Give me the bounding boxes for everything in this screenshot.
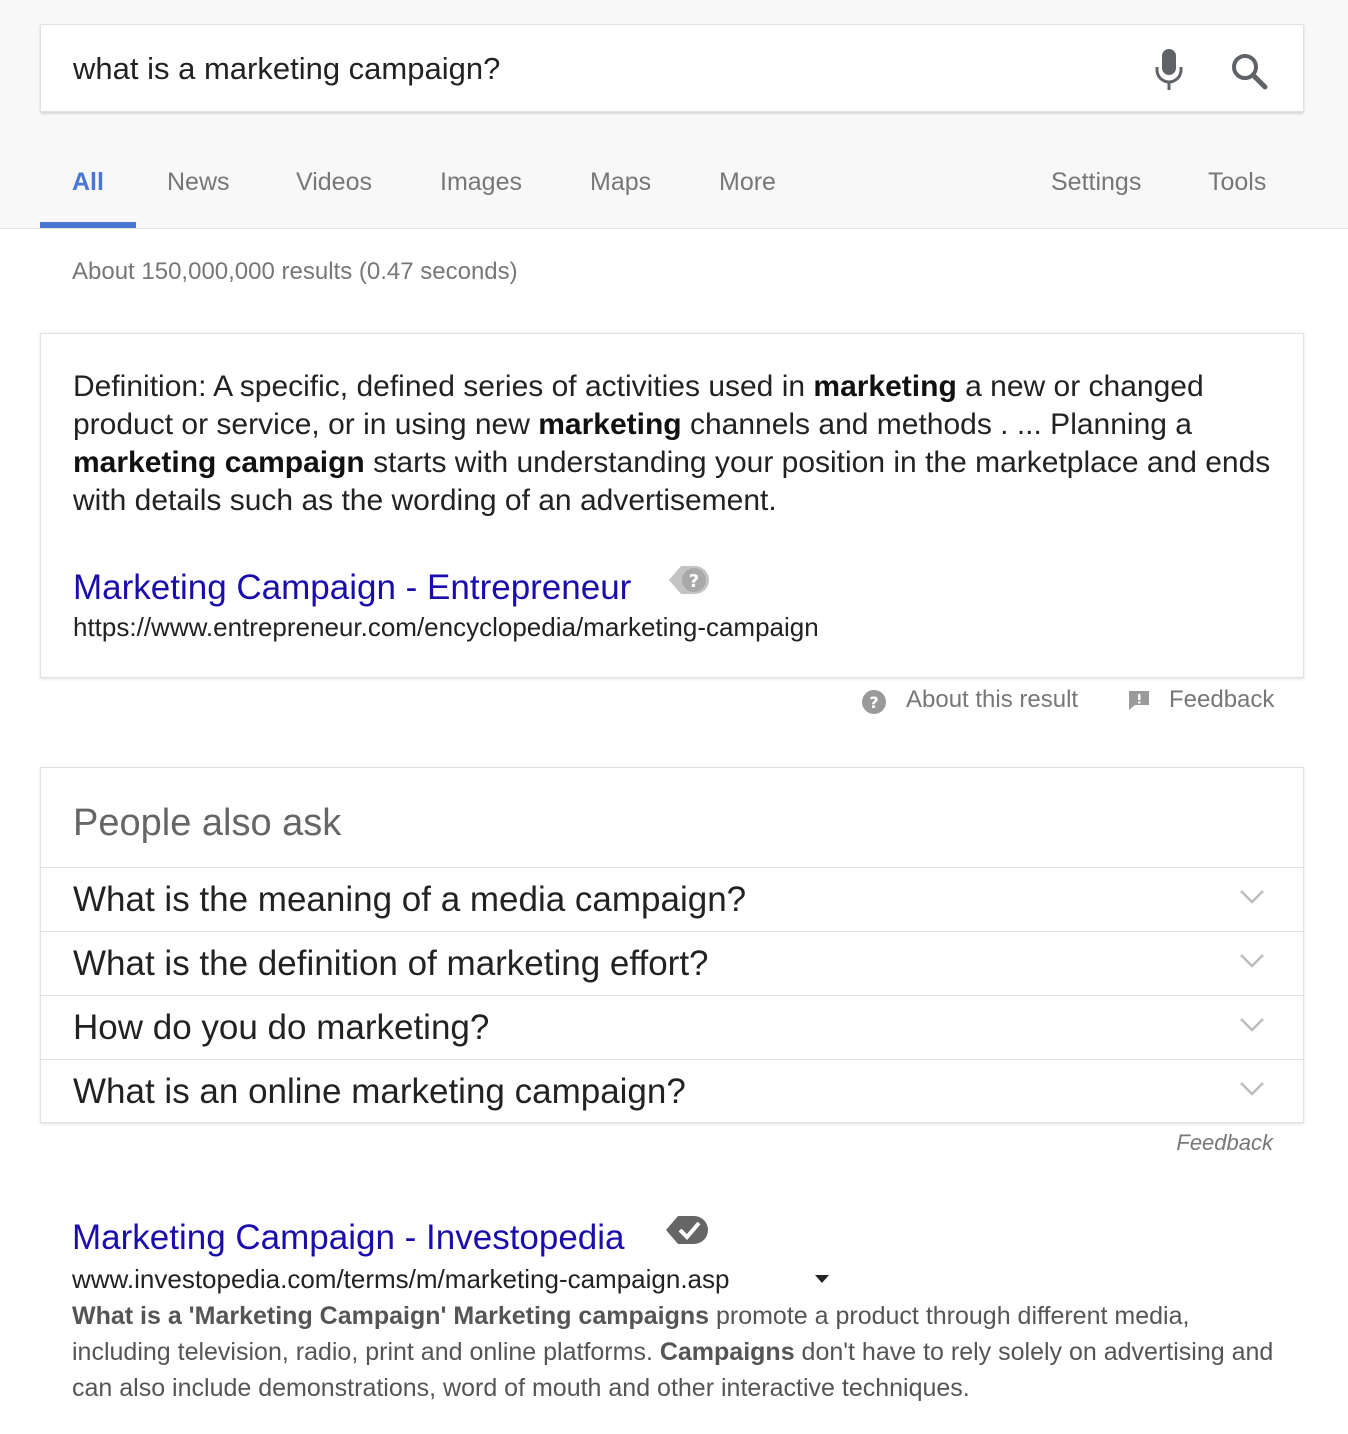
paa-question-text: What is an online marketing campaign? (73, 1072, 686, 1111)
tab-videos[interactable]: Videos (296, 168, 372, 197)
caret-down-icon[interactable] (813, 1273, 831, 1285)
bold-text: marketing (538, 408, 682, 441)
paa-question-text: What is the definition of marketing effo… (73, 944, 709, 983)
verified-check-icon (666, 1216, 708, 1244)
featured-snippet-card: Definition: A specific, defined series o… (40, 333, 1304, 678)
search-input[interactable] (73, 49, 1123, 89)
featured-result-title[interactable]: Marketing Campaign - Entrepreneur (73, 568, 631, 608)
chevron-down-icon (1240, 890, 1264, 904)
featured-snippet-text: Definition: A specific, defined series o… (73, 368, 1283, 520)
bold-text: marketing (813, 370, 957, 403)
about-this-result-link[interactable]: About this result (906, 686, 1078, 714)
tab-images[interactable]: Images (440, 168, 522, 197)
result-title-link[interactable]: Marketing Campaign - Investopedia (72, 1218, 625, 1258)
paa-question-text: What is the meaning of a media campaign? (73, 880, 747, 919)
paa-question-text: How do you do marketing? (73, 1008, 490, 1047)
tab-news[interactable]: News (167, 168, 230, 197)
people-also-ask-title: People also ask (73, 802, 342, 844)
bold-text: What is a 'Marketing Campaign' Marketing… (72, 1302, 710, 1330)
text-segment: channels and methods . ... Planning a (681, 408, 1192, 441)
paa-question-row[interactable]: What is the meaning of a media campaign? (41, 867, 1303, 932)
tab-maps[interactable]: Maps (590, 168, 651, 197)
tab-settings[interactable]: Settings (1051, 168, 1141, 197)
result-snippet: What is a 'Marketing Campaign' Marketing… (72, 1298, 1282, 1406)
paa-feedback-link[interactable]: Feedback (1176, 1130, 1273, 1156)
result-url: www.investopedia.com/terms/m/marketing-c… (72, 1264, 730, 1294)
bold-text: marketing campaign (73, 446, 365, 479)
svg-text:?: ? (869, 693, 878, 712)
paa-question-row[interactable]: What is an online marketing campaign? (41, 1059, 1303, 1124)
feedback-link[interactable]: Feedback (1169, 686, 1274, 714)
svg-text:?: ? (689, 571, 699, 592)
result-stats: About 150,000,000 results (0.47 seconds) (72, 258, 518, 285)
tab-tools[interactable]: Tools (1208, 168, 1266, 197)
chevron-down-icon (1240, 954, 1264, 968)
chevron-down-icon (1240, 1082, 1264, 1096)
microphone-icon[interactable] (1153, 47, 1185, 93)
chevron-down-icon (1240, 1018, 1264, 1032)
help-circle-icon[interactable]: ? (861, 689, 887, 715)
text-segment: Definition: A specific, defined series o… (73, 370, 814, 403)
featured-result-url: https://www.entrepreneur.com/encyclopedi… (73, 612, 819, 642)
bold-text: Campaigns (659, 1338, 795, 1366)
active-tab-indicator (40, 222, 136, 228)
tab-more[interactable]: More (719, 168, 776, 197)
feedback-flag-icon[interactable] (1127, 689, 1151, 711)
search-box[interactable] (40, 24, 1304, 112)
paa-question-row[interactable]: What is the definition of marketing effo… (41, 931, 1303, 996)
people-also-ask-card: People also ask What is the meaning of a… (40, 767, 1304, 1123)
paa-question-row[interactable]: How do you do marketing? (41, 995, 1303, 1060)
tab-all[interactable]: All (72, 168, 104, 197)
question-tag-icon[interactable]: ? (667, 562, 711, 598)
search-icon[interactable] (1229, 51, 1269, 91)
